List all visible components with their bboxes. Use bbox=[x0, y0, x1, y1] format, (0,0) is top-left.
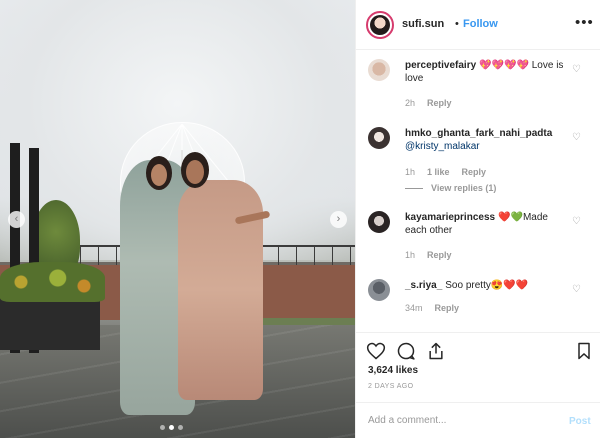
comment-icon[interactable] bbox=[396, 341, 416, 361]
reply-button[interactable]: Reply bbox=[427, 250, 452, 260]
comment-username[interactable]: _s.riya_ bbox=[405, 280, 442, 291]
carousel-dot bbox=[160, 425, 165, 430]
post-date[interactable]: 2 DAYS AGO bbox=[368, 383, 414, 390]
more-options-icon[interactable]: ••• bbox=[575, 14, 594, 31]
view-replies-button[interactable]: View replies (1) bbox=[405, 183, 496, 193]
follow-button[interactable]: Follow bbox=[463, 18, 498, 30]
comment-time[interactable]: 1h bbox=[405, 167, 415, 177]
comment-username[interactable]: perceptivefairy bbox=[405, 60, 476, 71]
action-bar bbox=[356, 332, 600, 364]
chevron-right-icon: › bbox=[336, 213, 341, 225]
post-photo[interactable]: ‹ › bbox=[0, 0, 355, 438]
carousel-next-button[interactable]: › bbox=[330, 211, 347, 228]
comment-likes[interactable]: 1 like bbox=[427, 167, 450, 177]
chevron-left-icon: ‹ bbox=[14, 213, 19, 225]
carousel-dot-active bbox=[169, 425, 174, 430]
person-right-face bbox=[186, 160, 204, 184]
reply-button[interactable]: Reply bbox=[435, 303, 460, 313]
commenter-avatar[interactable] bbox=[368, 279, 390, 301]
comments-list[interactable]: perceptivefairy 💖💖💖💖 Love is love 2h Repl… bbox=[356, 51, 600, 331]
reply-button[interactable]: Reply bbox=[462, 167, 487, 177]
comment-time[interactable]: 34m bbox=[405, 303, 423, 313]
add-comment-bar: Post bbox=[356, 402, 600, 438]
share-icon[interactable] bbox=[426, 341, 446, 361]
comment-meta: 1h Reply bbox=[405, 250, 452, 260]
comment-body: Soo pretty😍❤️❤️ bbox=[445, 280, 529, 291]
flowers bbox=[0, 262, 105, 302]
heart-outline-icon[interactable]: ♡ bbox=[572, 217, 582, 227]
commenter-avatar[interactable] bbox=[368, 127, 390, 149]
comment-mention[interactable]: @kristy_malakar bbox=[405, 141, 480, 152]
separator-dot: • bbox=[455, 18, 459, 30]
post-button[interactable]: Post bbox=[569, 416, 591, 427]
comment-text: hmko_ghanta_fark_nahi_padta @kristy_mala… bbox=[405, 127, 570, 153]
heart-outline-icon[interactable]: ♡ bbox=[572, 133, 582, 143]
author-avatar[interactable] bbox=[366, 11, 394, 39]
post-panel: sufi.sun • Follow ••• perceptivefairy 💖💖💖… bbox=[355, 0, 600, 438]
commenter-avatar[interactable] bbox=[368, 211, 390, 233]
carousel-prev-button[interactable]: ‹ bbox=[8, 211, 25, 228]
heart-outline-icon[interactable]: ♡ bbox=[572, 65, 582, 75]
comment-time[interactable]: 1h bbox=[405, 250, 415, 260]
person-left-face bbox=[151, 164, 167, 186]
comment-text: kayamarieprincess ❤️💚Made each other bbox=[405, 211, 565, 237]
comment-text: _s.riya_ Soo pretty😍❤️❤️ bbox=[405, 279, 565, 292]
carousel-dot bbox=[178, 425, 183, 430]
carousel-dots bbox=[160, 425, 183, 430]
comment-username[interactable]: kayamarieprincess bbox=[405, 212, 495, 223]
add-comment-input[interactable] bbox=[368, 415, 548, 426]
comment-meta: 2h Reply bbox=[405, 98, 452, 108]
author-username[interactable]: sufi.sun bbox=[402, 18, 444, 30]
post-header: sufi.sun • Follow ••• bbox=[356, 0, 600, 50]
person-right bbox=[178, 180, 263, 400]
heart-icon[interactable] bbox=[366, 341, 386, 361]
comment-meta: 34m Reply bbox=[405, 303, 459, 313]
heart-outline-icon[interactable]: ♡ bbox=[572, 285, 582, 295]
comment-time[interactable]: 2h bbox=[405, 98, 415, 108]
author-avatar-image bbox=[370, 15, 390, 35]
comment-text: perceptivefairy 💖💖💖💖 Love is love bbox=[405, 59, 565, 85]
reply-button[interactable]: Reply bbox=[427, 98, 452, 108]
comment-meta: 1h 1 like Reply bbox=[405, 167, 486, 177]
bookmark-icon[interactable] bbox=[574, 341, 594, 361]
comment-username[interactable]: hmko_ghanta_fark_nahi_padta bbox=[405, 128, 552, 139]
likes-count[interactable]: 3,624 likes bbox=[368, 365, 418, 376]
commenter-avatar[interactable] bbox=[368, 59, 390, 81]
